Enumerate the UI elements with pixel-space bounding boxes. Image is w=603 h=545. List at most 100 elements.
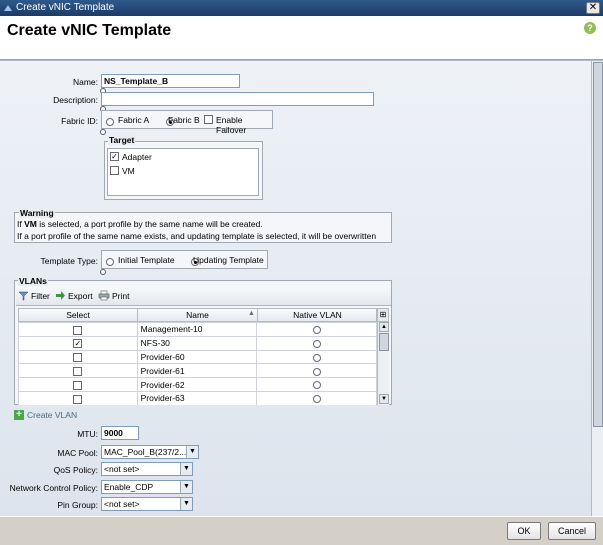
- ok-button[interactable]: OK: [507, 522, 541, 540]
- template-type-label: Template Type:: [40, 256, 99, 266]
- filter-icon: [18, 291, 29, 301]
- vm-label: VM: [122, 166, 135, 176]
- table-row[interactable]: Provider-63: [18, 390, 377, 405]
- vlan-name-cell: Provider-61: [136, 363, 258, 379]
- table-row[interactable]: Provider-61: [18, 363, 377, 379]
- enable-failover-label: Enable Failover: [216, 115, 247, 135]
- native-vlan-radio[interactable]: [312, 395, 321, 404]
- scroll-up-icon[interactable]: ▲: [379, 322, 389, 332]
- select-cell: [18, 377, 138, 392]
- fabric-a-radio[interactable]: [106, 117, 114, 126]
- updating-template-label: Updating Template: [193, 255, 264, 265]
- dialog-header: Create vNIC Template ?: [0, 16, 603, 60]
- native-vlan-cell: [256, 335, 377, 351]
- add-icon: +: [14, 410, 24, 420]
- enable-failover-checkbox[interactable]: [204, 115, 213, 124]
- mtu-input[interactable]: 9000: [101, 426, 139, 440]
- close-icon[interactable]: ✕: [586, 2, 600, 14]
- vlan-select-checkbox[interactable]: [73, 380, 83, 390]
- vlan-select-checkbox[interactable]: ✓: [73, 339, 83, 349]
- vlans-table-header: Select Name ▲ Native VLAN: [18, 308, 377, 322]
- target-legend: Target: [108, 135, 136, 145]
- fabric-b-label: Fabric B: [168, 115, 200, 125]
- select-cell: [18, 363, 138, 379]
- native-vlan-cell: [256, 390, 377, 405]
- native-vlan-radio[interactable]: [312, 353, 321, 362]
- vlan-select-checkbox[interactable]: [73, 353, 83, 363]
- create-vlan-link[interactable]: + Create VLAN: [14, 410, 77, 420]
- help-icon[interactable]: ?: [584, 22, 596, 34]
- export-button[interactable]: Export: [55, 290, 93, 301]
- table-row[interactable]: ✓ NFS-30: [18, 335, 377, 351]
- warning-legend: Warning: [19, 208, 55, 218]
- vlans-group: VLANs Filter Export Print Select Name ▲ …: [14, 276, 392, 405]
- vlans-legend: VLANs: [18, 276, 48, 286]
- app-icon: [4, 5, 12, 11]
- dialog-footer: OK Cancel: [0, 516, 603, 545]
- name-input[interactable]: NS_Template_B: [101, 74, 240, 88]
- cancel-button[interactable]: Cancel: [548, 522, 596, 540]
- pin-group-value: <not set>: [104, 499, 140, 509]
- qos-policy-select[interactable]: <not set> ▼: [101, 462, 193, 476]
- adapter-checkbox[interactable]: ✓: [110, 152, 119, 161]
- form-scrollbar[interactable]: [591, 61, 603, 516]
- print-button[interactable]: Print: [98, 290, 129, 301]
- export-label: Export: [68, 290, 93, 301]
- table-row[interactable]: Provider-60: [18, 349, 377, 365]
- initial-template-radio[interactable]: [106, 257, 114, 266]
- chevron-down-icon: ▼: [180, 481, 192, 493]
- chevron-down-icon: ▼: [180, 498, 192, 510]
- chevron-down-icon: ▼: [186, 446, 198, 458]
- pin-group-select[interactable]: <not set> ▼: [101, 497, 193, 511]
- fabric-id-group: Fabric A Fabric B Enable Failover: [101, 110, 273, 135]
- description-label: Description:: [53, 95, 98, 105]
- select-cell: ✓: [18, 335, 138, 351]
- chevron-down-icon: ▼: [180, 463, 192, 475]
- table-row[interactable]: Management-10: [18, 322, 377, 337]
- vlans-scrollbar[interactable]: ▲ ▼: [377, 322, 389, 405]
- vlan-select-checkbox[interactable]: [73, 325, 83, 335]
- vlans-table: Management-10 ✓ NFS-30 Provider-60 Provider-…: [18, 322, 377, 405]
- template-type-group: Initial Template Updating Template: [101, 250, 268, 269]
- native-vlan-radio[interactable]: [312, 339, 321, 348]
- scroll-thumb[interactable]: [379, 333, 389, 351]
- window-title: Create vNIC Template: [16, 2, 115, 13]
- native-vlan-radio[interactable]: [312, 381, 321, 390]
- column-chooser-icon[interactable]: ⊞: [377, 308, 389, 322]
- table-row[interactable]: Provider-62: [18, 377, 377, 392]
- filter-button[interactable]: Filter: [18, 290, 50, 301]
- mac-pool-value: MAC_Pool_B(237/2...: [104, 447, 187, 457]
- network-control-policy-label: Network Control Policy:: [9, 483, 98, 493]
- form-scroll-thumb[interactable]: [593, 62, 603, 427]
- column-header-native-vlan[interactable]: Native VLAN: [258, 309, 377, 321]
- native-vlan-radio[interactable]: [312, 367, 321, 376]
- vlan-select-checkbox[interactable]: [73, 366, 83, 376]
- sort-ascending-icon: ▲: [248, 310, 255, 317]
- column-header-name[interactable]: Name: [138, 309, 258, 321]
- description-input[interactable]: [101, 92, 374, 106]
- info-icon: [100, 269, 106, 275]
- mac-pool-select[interactable]: MAC_Pool_B(237/2... ▼: [101, 445, 199, 459]
- fabric-a-label: Fabric A: [118, 115, 150, 125]
- network-control-policy-select[interactable]: Enable_CDP ▼: [101, 480, 193, 494]
- initial-template-label: Initial Template: [118, 255, 175, 265]
- warning-text-line2: If a port profile of the same name exist…: [17, 231, 377, 241]
- adapter-label: Adapter: [122, 152, 152, 162]
- native-vlan-cell: [256, 349, 377, 365]
- print-icon: [98, 290, 110, 301]
- network-control-policy-value: Enable_CDP: [104, 482, 154, 492]
- mtu-label: MTU:: [77, 429, 98, 439]
- scroll-down-icon[interactable]: ▼: [379, 394, 389, 404]
- warning-text-line1: If VM is selected, a port profile by the…: [17, 219, 263, 229]
- vm-checkbox[interactable]: [110, 166, 119, 175]
- qos-policy-label: QoS Policy:: [53, 465, 98, 475]
- form-content: Name: NS_Template_B Description: Fabric …: [0, 60, 603, 516]
- page-title: Create vNIC Template: [7, 22, 172, 39]
- vlan-select-checkbox[interactable]: [73, 394, 83, 404]
- target-list: ✓ Adapter VM: [107, 148, 259, 196]
- native-vlan-radio[interactable]: [312, 326, 321, 335]
- vlan-name-cell: Provider-62: [136, 377, 258, 392]
- target-group: Target ✓ Adapter VM: [104, 135, 263, 200]
- create-vlan-label: Create VLAN: [27, 410, 78, 420]
- column-header-select[interactable]: Select: [19, 309, 138, 321]
